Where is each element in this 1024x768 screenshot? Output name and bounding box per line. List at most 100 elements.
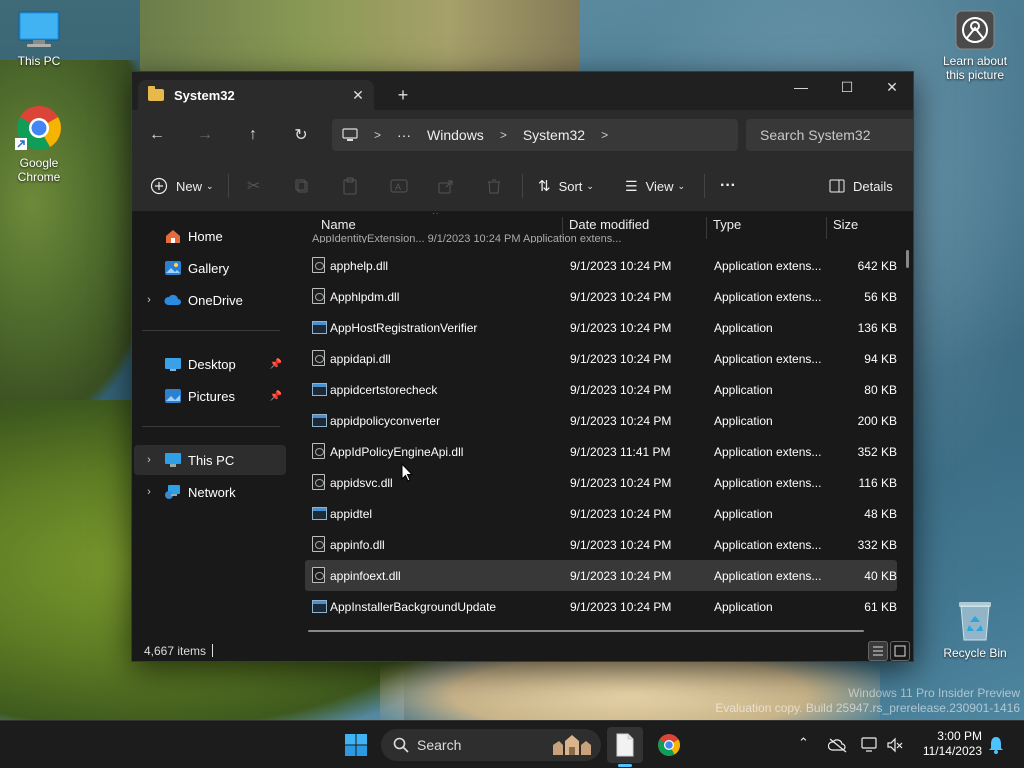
rename-button[interactable]: A — [390, 172, 408, 200]
search-input[interactable]: Search System32 — [746, 119, 913, 151]
file-size: 94 KB — [864, 352, 897, 366]
file-row[interactable]: appidtel 9/1/2023 10:24 PM Application 48 K… — [305, 498, 897, 529]
notification-bell-icon[interactable] — [987, 735, 1005, 755]
svg-text:A: A — [395, 182, 401, 192]
column-type-label: Type — [713, 217, 742, 232]
pin-icon[interactable]: 📌 — [270, 391, 282, 402]
vertical-scrollbar[interactable] — [906, 250, 909, 268]
chrome-label-line2: Chrome — [17, 170, 61, 184]
breadcrumb-system32[interactable]: System32 — [523, 127, 585, 143]
sidebar-item-this-pc[interactable]: › This PC — [134, 445, 286, 475]
file-date-modified: 9/1/2023 10:24 PM — [570, 600, 672, 614]
new-tab-button[interactable]: + — [390, 82, 416, 108]
tab-close-button[interactable]: ✕ — [346, 83, 370, 107]
file-row[interactable]: appinfo.dll 9/1/2023 10:24 PM Application … — [305, 529, 897, 560]
sort-button[interactable]: ⇅ Sort ⌄ — [538, 172, 594, 200]
sidebar-item-pictures[interactable]: Pictures 📌 — [134, 381, 286, 411]
sidebar-item-gallery[interactable]: Gallery — [134, 253, 286, 283]
taskbar-file-explorer[interactable] — [607, 727, 643, 767]
file-name: appidapi.dll — [330, 352, 391, 366]
expand-chevron-icon[interactable]: › — [134, 294, 164, 306]
file-type: Application extens... — [714, 352, 822, 366]
close-button[interactable]: ✕ — [869, 72, 913, 102]
application-file-icon — [312, 383, 327, 396]
sidebar-item-network[interactable]: › Network — [134, 477, 286, 507]
up-button[interactable]: ↑ — [240, 122, 266, 148]
minimize-button[interactable]: — — [778, 72, 824, 102]
dll-file-icon — [312, 443, 325, 459]
network-status-icon[interactable] — [860, 736, 880, 754]
details-view-button[interactable] — [868, 641, 888, 661]
taskbar-google-chrome[interactable] — [651, 727, 687, 763]
file-date-modified: 9/1/2023 11:41 PM — [570, 445, 671, 459]
desktop-icon-this-pc[interactable]: This PC — [0, 10, 78, 68]
details-pane-icon — [829, 179, 845, 193]
windows-watermark: Windows 11 Pro Insider Preview Evaluatio… — [715, 686, 1020, 716]
file-row[interactable]: AppHostRegistrationVerifier 9/1/2023 10:2… — [305, 312, 897, 343]
desktop-icon-google-chrome[interactable]: Google Chrome — [0, 104, 78, 184]
desktop-icon-learn-about-picture[interactable]: Learn about this picture — [936, 10, 1014, 82]
toolbar-divider — [704, 174, 705, 198]
tiles-view-button[interactable] — [890, 641, 910, 661]
file-row[interactable]: appinfoext.dll 9/1/2023 10:24 PM Applicati… — [305, 560, 897, 591]
breadcrumb-windows[interactable]: Windows — [427, 127, 484, 143]
file-type: Application — [714, 600, 773, 614]
view-button[interactable]: ☰ View ⌄ — [625, 172, 685, 200]
file-name: Apphlpdm.dll — [330, 290, 400, 304]
address-bar[interactable]: > ··· Windows > System32 > — [332, 119, 738, 151]
cut-button[interactable]: ✂ — [247, 172, 260, 200]
file-explorer-window: System32 ✕ + — ☐ ✕ ← → ↑ ↻ > ··· Windows… — [131, 71, 914, 662]
volume-muted-icon[interactable] — [886, 736, 904, 754]
file-type: Application extens... — [714, 538, 822, 552]
file-row[interactable]: appidpolicyconverter 9/1/2023 10:24 PM App… — [305, 405, 897, 436]
watermark-line2: Evaluation copy. Build 25947.rs_prerelea… — [715, 701, 1020, 715]
copy-button[interactable] — [294, 172, 310, 200]
sidebar-item-onedrive[interactable]: › OneDrive — [134, 285, 286, 315]
file-row[interactable]: apphelp.dll 9/1/2023 10:24 PM Application … — [305, 250, 897, 281]
new-button[interactable]: New ⌄ — [150, 172, 214, 200]
system-clock[interactable]: 3:00 PM 11/14/2023 — [914, 729, 982, 759]
back-button[interactable]: ← — [144, 122, 170, 148]
rename-icon: A — [390, 179, 408, 193]
paste-button[interactable] — [342, 172, 358, 200]
refresh-button[interactable]: ↻ — [288, 122, 314, 148]
sidebar-item-desktop[interactable]: Desktop 📌 — [134, 349, 286, 379]
pin-icon[interactable]: 📌 — [270, 359, 282, 370]
watermark-line1: Windows 11 Pro Insider Preview — [848, 686, 1020, 700]
details-pane-button[interactable]: Details — [829, 172, 893, 200]
more-options-button[interactable]: ··· — [720, 172, 736, 200]
delete-button[interactable] — [486, 172, 502, 200]
horizontal-scrollbar[interactable] — [308, 630, 864, 632]
file-row[interactable]: AppInstallerBackgroundUpdate 9/1/2023 10:… — [305, 591, 897, 622]
sidebar-item-home[interactable]: Home — [134, 221, 286, 251]
file-row[interactable]: Apphlpdm.dll 9/1/2023 10:24 PM Application… — [305, 281, 897, 312]
file-size: 40 KB — [864, 569, 897, 583]
breadcrumb-ellipsis[interactable]: ··· — [397, 127, 411, 143]
tab-system32[interactable]: System32 ✕ — [138, 80, 374, 110]
chrome-label-line1: Google — [19, 156, 59, 170]
expand-chevron-icon[interactable]: › — [134, 486, 164, 498]
share-icon — [438, 180, 453, 194]
maximize-button[interactable]: ☐ — [824, 72, 870, 102]
taskbar-search-box[interactable]: Search — [381, 729, 601, 761]
file-row[interactable]: appidapi.dll 9/1/2023 10:24 PM Application… — [305, 343, 897, 374]
desktop-icon-recycle-bin[interactable]: Recycle Bin — [936, 598, 1014, 660]
wallpaper-cliff-top — [140, 0, 580, 80]
start-button[interactable] — [344, 733, 368, 757]
copy-icon — [295, 179, 308, 193]
file-row[interactable]: appidcertstorecheck 9/1/2023 10:24 PM Appl… — [305, 374, 897, 405]
file-type: Application — [714, 321, 773, 335]
onedrive-offline-icon[interactable] — [828, 737, 848, 753]
expand-chevron-icon[interactable]: › — [134, 454, 164, 466]
dll-file-icon — [312, 567, 325, 583]
dll-file-icon — [312, 474, 325, 490]
sidebar-label-this-pc: This PC — [188, 452, 235, 468]
file-row[interactable]: appidsvc.dll 9/1/2023 10:24 PM Application… — [305, 467, 897, 498]
search-icon — [393, 737, 409, 753]
sidebar-divider — [142, 330, 280, 331]
share-button[interactable] — [438, 172, 454, 200]
file-name: AppInstallerBackgroundUpdate — [330, 600, 497, 614]
forward-button[interactable]: → — [192, 122, 218, 148]
show-hidden-icons-chevron-icon[interactable]: ⌃ — [798, 735, 809, 751]
file-row[interactable]: AppIdPolicyEngineApi.dll 9/1/2023 11:41 P… — [305, 436, 897, 467]
